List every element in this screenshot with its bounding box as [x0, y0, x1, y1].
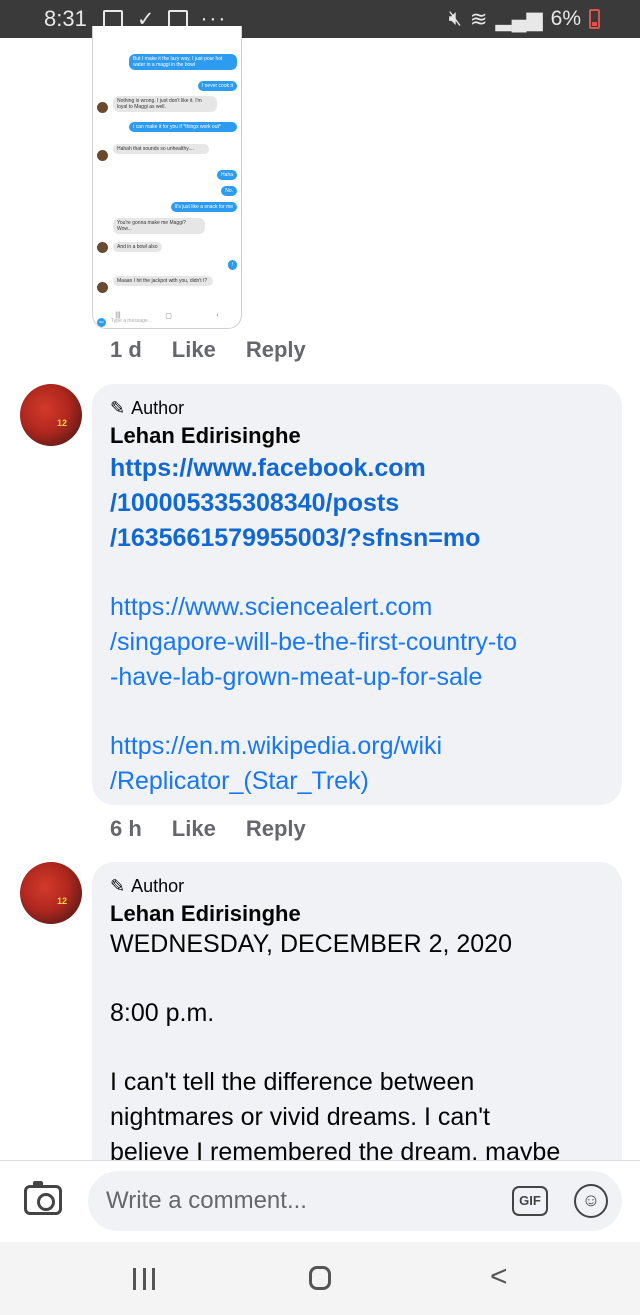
comment-actions: 6 h Like Reply	[110, 816, 336, 842]
contact-avatar	[97, 150, 108, 161]
signal-icon: ▂▄▆	[495, 7, 543, 31]
author-badge-label: Author	[131, 876, 185, 896]
contact-avatar	[97, 102, 108, 113]
recents-icon[interactable]	[133, 1268, 155, 1290]
link-block[interactable]: https://en.m.wikipedia.org/wiki /Replica…	[110, 729, 604, 799]
comment-bubble: ✎ Author Lehan Edirisinghe https://www.f…	[92, 384, 622, 805]
chat-message: Nothing is wrong. I just don't like it. …	[113, 96, 217, 112]
author-badge-label: Author	[131, 398, 185, 418]
chat-message: !	[227, 260, 237, 270]
chat-message: But I make it the lazy way. I just pour …	[129, 54, 237, 70]
system-nav-bar: <	[0, 1242, 640, 1315]
contact-avatar	[97, 282, 108, 293]
comment-time: 1 d	[110, 337, 142, 362]
author-avatar[interactable]	[20, 384, 82, 446]
author-name[interactable]: Lehan Edirisinghe	[110, 423, 604, 449]
link-line[interactable]: https://www.sciencealert.com	[110, 590, 604, 625]
link-line[interactable]: /100005335308340/posts	[110, 486, 604, 521]
like-button[interactable]: Like	[172, 816, 216, 842]
wifi-icon: ≋	[469, 7, 488, 31]
gif-button[interactable]: GIF	[512, 1186, 548, 1216]
link-line[interactable]: -have-lab-grown-meat-up-for-sale	[110, 660, 604, 695]
reply-button[interactable]: Reply	[246, 816, 306, 842]
home-icon: ▢	[165, 313, 172, 320]
home-icon[interactable]	[309, 1266, 331, 1290]
back-icon[interactable]: <	[490, 1260, 508, 1294]
emoji-icon[interactable]: ☺	[574, 1184, 608, 1218]
recents-icon: |||	[115, 312, 121, 319]
comment-composer: Write a comment... GIF ☺	[0, 1160, 640, 1243]
link-line[interactable]: https://www.facebook.com	[110, 451, 604, 486]
author-badge: ✎ Author	[110, 398, 604, 419]
battery-icon	[589, 9, 600, 29]
comment-bubble: ✎ Author Lehan Edirisinghe WEDNESDAY, DE…	[92, 862, 622, 1182]
link-line[interactable]: /singapore-will-be-the-first-country-to	[110, 625, 604, 660]
chat-message: You're gonna make me Maggi? Wow...	[113, 218, 205, 234]
comment-date: WEDNESDAY, DECEMBER 2, 2020	[110, 930, 512, 958]
author-badge: ✎ Author	[110, 876, 604, 897]
author-name[interactable]: Lehan Edirisinghe	[110, 901, 604, 927]
comment-actions: 1 d Like Reply	[110, 337, 336, 363]
chat-message: I can make it for you if *things work ou…	[129, 122, 237, 132]
comment-time: 6 h	[110, 816, 142, 841]
contact-avatar	[97, 242, 108, 253]
comment-input[interactable]: Write a comment... GIF ☺	[88, 1171, 622, 1231]
chat-message: It's just like a snack for me	[170, 202, 237, 212]
link-line[interactable]: /1635661579955003/?sfnsn=mo	[110, 521, 604, 556]
back-icon: ‹	[216, 312, 219, 319]
chat-message: No.	[221, 186, 237, 196]
link-block[interactable]: https://www.sciencealert.com /singapore-…	[110, 590, 604, 695]
comment-time-line: 8:00 p.m.	[110, 999, 215, 1027]
attached-screenshot[interactable]: But I make it the lazy way. I just pour …	[92, 26, 242, 329]
link-line[interactable]: https://en.m.wikipedia.org/wiki	[110, 729, 604, 764]
reply-button[interactable]: Reply	[246, 337, 306, 363]
chat-message: Maaan I hit the jackpot with you, didn't…	[113, 276, 213, 286]
chat-message: Hahah that sounds so unhealthy....	[113, 144, 209, 154]
battery-percent: 6%	[550, 7, 581, 30]
author-avatar[interactable]	[20, 862, 82, 924]
like-button[interactable]: Like	[172, 337, 216, 363]
pencil-icon: ✎	[110, 876, 126, 896]
mini-nav-bar: ||| ▢ ‹	[93, 312, 241, 320]
clock: 8:31	[44, 6, 87, 31]
camera-icon[interactable]	[24, 1181, 62, 1215]
pencil-icon: ✎	[110, 398, 126, 418]
link-line[interactable]: /Replicator_(Star_Trek)	[110, 764, 604, 799]
comment-text-line: I can't tell the difference between	[110, 1068, 475, 1096]
mute-icon: 🔇︎	[448, 7, 462, 30]
comment-input-placeholder: Write a comment...	[106, 1187, 307, 1214]
link-block[interactable]: https://www.facebook.com /10000533530834…	[110, 451, 604, 556]
chat-message: Haha	[217, 170, 237, 180]
comment-text-line: nightmares or vivid dreams. I can't	[110, 1103, 490, 1131]
chat-message: I never cook it	[197, 81, 237, 91]
chat-message: And in a bowl also	[113, 242, 162, 252]
